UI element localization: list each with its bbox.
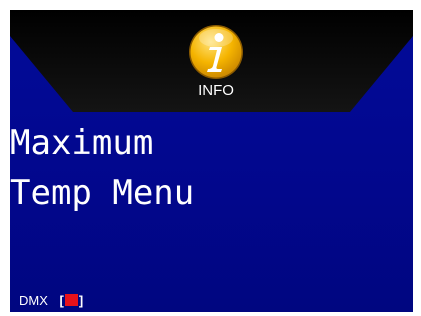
page-title-line-1: Maximum (10, 123, 154, 163)
info-icon (189, 25, 243, 79)
page-title: Maximum Temp Menu (10, 118, 194, 218)
device-screen: INFO Maximum Temp Menu DMX [] (10, 10, 413, 312)
page-title-line-2: Temp Menu (10, 173, 195, 213)
dmx-signal-led (64, 294, 78, 306)
dmx-label: DMX (19, 293, 48, 308)
dmx-status: DMX [] (19, 293, 83, 309)
dmx-bracket-close: ] (78, 293, 84, 308)
dmx-bracket-open: [ (59, 293, 64, 308)
dmx-indicator: [] (60, 293, 84, 309)
info-caption: INFO (198, 82, 234, 99)
